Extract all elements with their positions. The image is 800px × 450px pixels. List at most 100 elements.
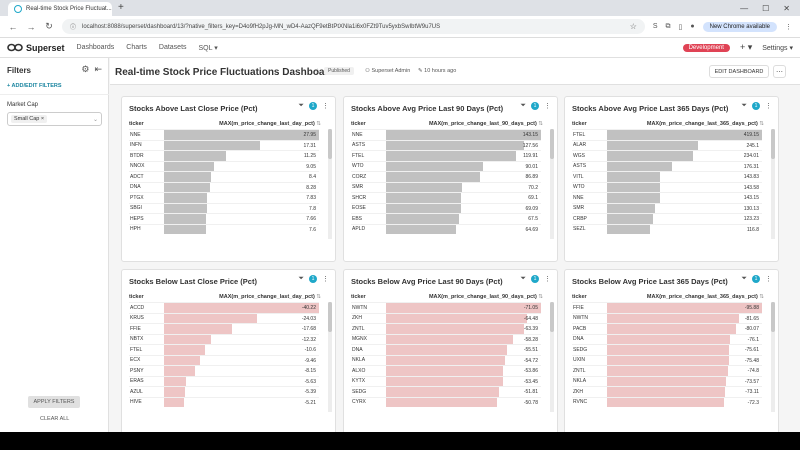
superset-logo[interactable]: Superset (7, 43, 65, 53)
table-row[interactable]: UXIN -75.48 (572, 354, 762, 365)
scrollbar-thumb[interactable] (550, 302, 554, 332)
table-row[interactable]: MGNX -58.28 (351, 333, 541, 344)
scrollbar-thumb[interactable] (328, 302, 332, 332)
chart-title[interactable]: Stocks Above Avg Price Last 365 Days (Pc… (572, 104, 728, 113)
table-row[interactable]: PSNY -8.15 (129, 365, 319, 376)
table-row[interactable]: FTEL 419.15 (572, 129, 762, 140)
dashboard-more-button[interactable]: ⋯ (773, 65, 786, 78)
chart-menu-icon[interactable]: ⋮ (765, 102, 772, 110)
table-row[interactable]: DNA -76.1 (572, 333, 762, 344)
chevron-down-icon[interactable]: ⌄ (93, 116, 98, 123)
edit-dashboard-button[interactable]: EDIT DASHBOARD (709, 65, 769, 78)
table-row[interactable]: EBS 67.5 (351, 213, 541, 224)
metric-column-header[interactable]: MAX(m_price_change_last_90_days_pct) ⇅ (379, 121, 551, 127)
table-row[interactable]: ECX -9.46 (129, 354, 319, 365)
clear-all-button[interactable]: CLEAR ALL (40, 416, 69, 422)
scrollbar-thumb[interactable] (771, 302, 775, 332)
table-row[interactable]: SHCR 69.1 (351, 192, 541, 203)
table-row[interactable]: SMR 70.2 (351, 181, 541, 192)
add-edit-filters-button[interactable]: + ADD/EDIT FILTERS (7, 83, 62, 89)
table-row[interactable]: FTEL 119.91 (351, 150, 541, 161)
dashboard-title[interactable]: Real-time Stock Price Fluctuations Dashb… (115, 67, 335, 78)
chart-title[interactable]: Stocks Below Avg Price Last 365 Days (Pc… (572, 277, 728, 286)
metric-column-header[interactable]: MAX(m_price_change_last_day_pct) ⇅ (157, 294, 329, 300)
profile-icon[interactable]: ● (690, 23, 694, 30)
table-row[interactable]: ERAS -5.63 (129, 375, 319, 386)
table-row[interactable]: NKLA -73.57 (572, 375, 762, 386)
table-row[interactable]: FFIE -95.88 (572, 302, 762, 313)
table-row[interactable]: NKLA -54.72 (351, 354, 541, 365)
metric-column-header[interactable]: MAX(m_price_change_last_365_days_pct) ⇅ (600, 121, 772, 127)
filter-icon[interactable]: ⏷ (741, 275, 747, 283)
table-row[interactable]: NNE 27.95 (129, 129, 319, 140)
table-row[interactable]: HPH 7.6 (129, 223, 319, 234)
sidepanel-icon[interactable]: ▯ (679, 23, 683, 31)
favorite-star-icon[interactable]: ☆ (314, 67, 321, 76)
menu-sql[interactable]: SQL ▾ (199, 44, 218, 52)
table-row[interactable]: CYRX -50.78 (351, 396, 541, 407)
browser-tab[interactable]: Real-time Stock Price Fluctuat... × (8, 2, 112, 16)
filter-count-badge[interactable]: 1 (531, 102, 539, 110)
sort-icon[interactable]: ⇅ (759, 294, 764, 300)
table-row[interactable]: DNA 8.28 (129, 181, 319, 192)
table-row[interactable]: CORZ 86.89 (351, 171, 541, 182)
table-row[interactable]: ASTS 127.56 (351, 139, 541, 150)
table-row[interactable]: HIVE -5.21 (129, 396, 319, 407)
filter-icon[interactable]: ⏷ (520, 102, 526, 110)
chart-title[interactable]: Stocks Below Avg Price Last 90 Days (Pct… (351, 277, 503, 286)
table-row[interactable]: APLD 64.69 (351, 223, 541, 234)
chart-title[interactable]: Stocks Above Last Close Price (Pct) (129, 104, 258, 113)
table-row[interactable]: AZUL -5.39 (129, 386, 319, 397)
table-row[interactable]: ZKH -73.11 (572, 386, 762, 397)
table-row[interactable]: DNA -55.51 (351, 344, 541, 355)
ticker-column-header[interactable]: ticker (129, 121, 157, 127)
chart-menu-icon[interactable]: ⋮ (322, 275, 329, 283)
filter-icon[interactable]: ⏷ (298, 102, 304, 110)
extension-icon[interactable]: S (653, 23, 658, 30)
table-row[interactable]: NNOX 9.05 (129, 160, 319, 171)
minimize-icon[interactable]: — (740, 4, 748, 13)
published-badge[interactable]: Published (324, 67, 354, 75)
filter-icon[interactable]: ⏷ (520, 275, 526, 283)
table-row[interactable]: WTO 143.58 (572, 181, 762, 192)
market-cap-select[interactable]: Small Cap × ⌄ (7, 112, 102, 126)
scrollbar-thumb[interactable] (550, 129, 554, 159)
collapse-panel-icon[interactable]: ⇤ (94, 64, 102, 75)
table-row[interactable]: ACCD -40.22 (129, 302, 319, 313)
table-row[interactable]: NNE 143.15 (572, 192, 762, 203)
table-row[interactable]: INFN 17.31 (129, 139, 319, 150)
table-row[interactable]: WGS 234.01 (572, 150, 762, 161)
back-icon[interactable]: ← (8, 22, 18, 32)
table-row[interactable]: ADCT 8.4 (129, 171, 319, 182)
table-row[interactable]: BTDR 11.25 (129, 150, 319, 161)
table-row[interactable]: NBTX -12.32 (129, 333, 319, 344)
table-row[interactable]: ALAR 245.1 (572, 139, 762, 150)
table-row[interactable]: SEDG -51.81 (351, 386, 541, 397)
filter-icon[interactable]: ⏷ (741, 102, 747, 110)
table-row[interactable]: WTO 90.01 (351, 160, 541, 171)
table-row[interactable]: ZKH -64.48 (351, 312, 541, 323)
ticker-column-header[interactable]: ticker (572, 121, 600, 127)
sort-icon[interactable]: ⇅ (538, 294, 543, 300)
forward-icon[interactable]: → (26, 22, 36, 32)
table-row[interactable]: PTGX 7.83 (129, 192, 319, 203)
table-row[interactable]: ZNTL -74.8 (572, 365, 762, 376)
sort-icon[interactable]: ⇅ (759, 121, 764, 127)
table-row[interactable]: HEPS 7.66 (129, 213, 319, 224)
metric-column-header[interactable]: MAX(m_price_change_last_day_pct) ⇅ (157, 121, 329, 127)
table-row[interactable]: ZNTL -63.39 (351, 323, 541, 334)
chart-title[interactable]: Stocks Below Last Close Price (Pct) (129, 277, 257, 286)
table-row[interactable]: PACB -80.07 (572, 323, 762, 334)
menu-datasets[interactable]: Datasets (159, 44, 187, 51)
table-row[interactable]: CRBP 123.23 (572, 213, 762, 224)
filter-icon[interactable]: ⏷ (298, 275, 304, 283)
table-row[interactable]: KYTX -53.45 (351, 375, 541, 386)
table-row[interactable]: EOSE 69.09 (351, 202, 541, 213)
table-scrollbar[interactable] (771, 129, 775, 239)
metric-column-header[interactable]: MAX(m_price_change_last_90_days_pct) ⇅ (379, 294, 551, 300)
metric-column-header[interactable]: MAX(m_price_change_last_365_days_pct) ⇅ (600, 294, 772, 300)
gear-icon[interactable]: ⚙ (81, 64, 89, 75)
table-row[interactable]: SEDG -75.61 (572, 344, 762, 355)
table-scrollbar[interactable] (771, 302, 775, 412)
table-row[interactable]: SEZL 116.8 (572, 223, 762, 234)
